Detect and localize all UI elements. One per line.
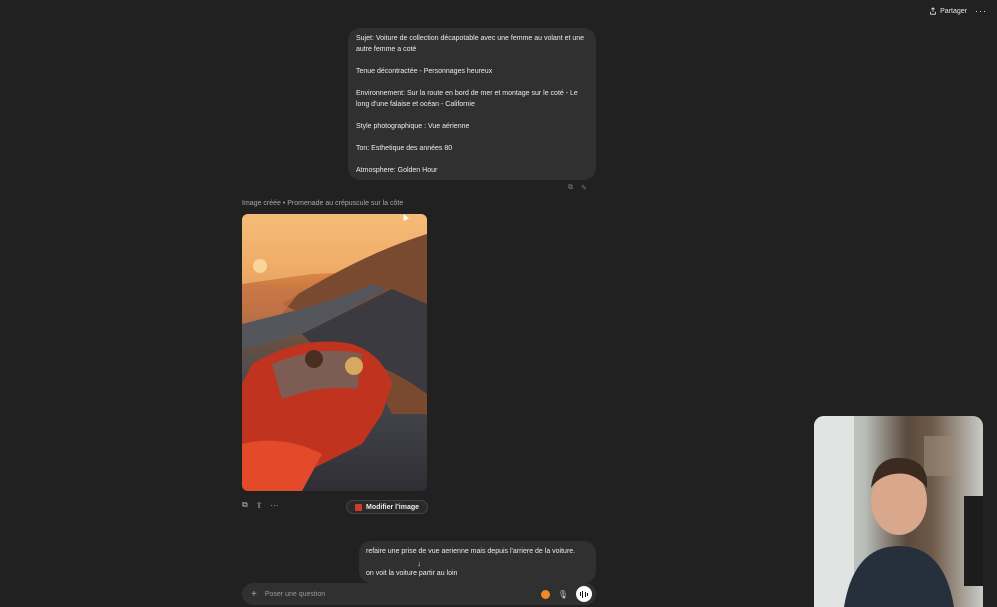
edit-image-icon — [355, 503, 362, 511]
followup-line: refaire une prise de vue aerienne mais d… — [366, 548, 576, 555]
add-attachment-icon[interactable]: + — [251, 589, 257, 600]
copy-icon[interactable]: ⧉ — [242, 500, 248, 510]
followup-line: on voit la voiture partir au loin — [366, 570, 458, 577]
prompt-line: Environnement: Sur la route en bord de m… — [356, 90, 578, 108]
share-button[interactable]: Partager — [929, 7, 967, 15]
composer: + 🎙 — [242, 583, 596, 605]
message-actions: ⧉ ✎ — [568, 184, 587, 192]
question-input[interactable] — [262, 589, 541, 599]
microphone-icon[interactable]: 🎙 — [558, 590, 568, 599]
image-caption-title: Promenade au crépuscule sur la côte — [287, 200, 404, 207]
more-icon[interactable]: ··· — [270, 501, 278, 510]
prompt-line: Sujet: Voiture de collection décapotable… — [356, 35, 585, 53]
image-caption: Image créée • Promenade au crépuscule su… — [242, 200, 403, 207]
prompt-line: Atmosphere: Golden Hour — [356, 167, 438, 174]
generated-image-art — [242, 214, 427, 491]
prompt-line: Tenue décontractée - Personnages heureux — [356, 68, 493, 75]
share-icon — [930, 7, 936, 15]
prompt-line: Style photographique : Vue aérienne — [356, 123, 470, 130]
more-options-button[interactable]: ··· — [975, 6, 987, 16]
scroll-down-icon[interactable]: ↓ — [414, 558, 424, 568]
prompt-line: Ton: Esthetique des années 80 — [356, 145, 453, 152]
image-caption-prefix: Image créée • — [242, 200, 286, 207]
tool-badge-icon[interactable] — [540, 589, 550, 599]
image-toolbar: ⧉ ⇪ ··· — [242, 500, 278, 510]
edit-pencil-icon[interactable]: ✎ — [581, 184, 587, 192]
copy-icon[interactable]: ⧉ — [568, 184, 573, 192]
share-label: Partager — [940, 7, 967, 15]
top-bar: Partager ··· — [929, 0, 997, 22]
webcam-overlay — [814, 416, 983, 607]
generated-image[interactable] — [242, 214, 427, 491]
share-icon[interactable]: ⇪ — [256, 501, 263, 510]
edit-image-button[interactable]: Modifier l'image — [346, 500, 429, 514]
prompt-message-bubble: Sujet: Voiture de collection décapotable… — [348, 28, 596, 180]
voice-mode-button[interactable] — [576, 586, 592, 602]
webcam-person-image — [814, 416, 983, 607]
followup-message-bubble: refaire une prise de vue aerienne mais d… — [359, 541, 596, 583]
edit-image-label: Modifier l'image — [366, 503, 420, 511]
